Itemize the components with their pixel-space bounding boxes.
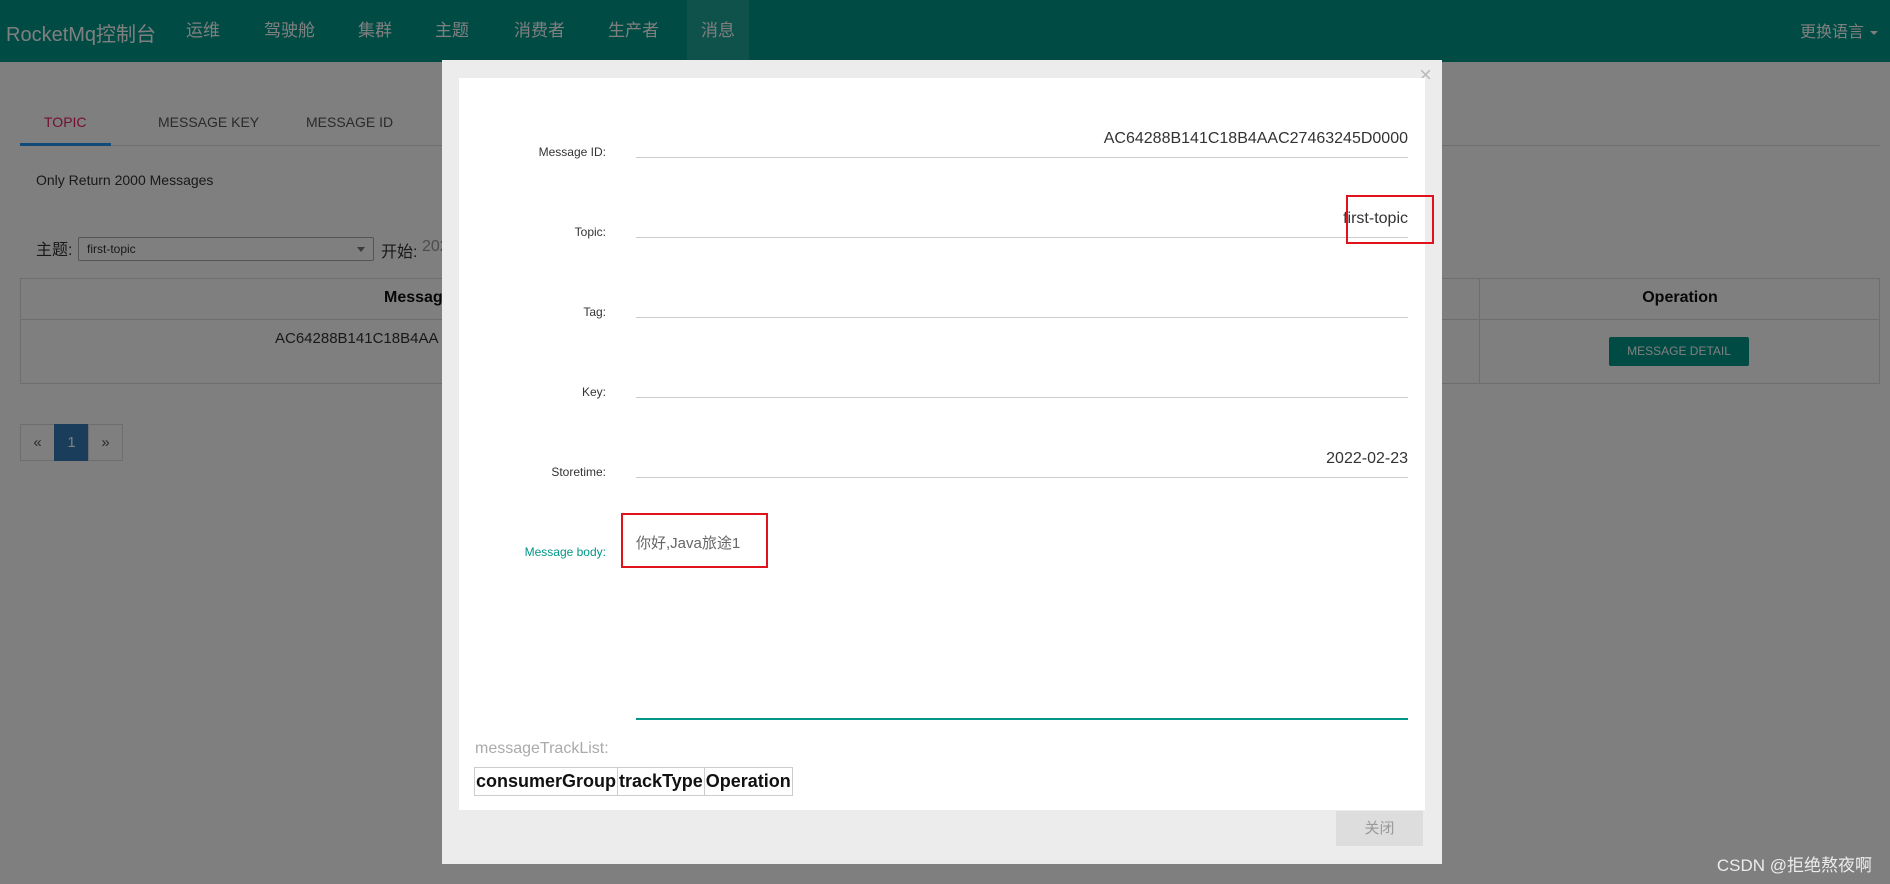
close-button[interactable]: 关闭 xyxy=(1336,811,1423,846)
storetime-value: 2022-02-23 xyxy=(1326,450,1408,467)
track-table: consumerGroup trackType Operation xyxy=(473,767,793,796)
dialog-body: Message ID: AC64288B141C18B4AAC27463245D… xyxy=(459,78,1434,810)
col-track-type: trackType xyxy=(617,767,705,796)
tag-underline xyxy=(636,317,1408,318)
message-detail-dialog: × Message ID: AC64288B141C18B4AAC2746324… xyxy=(442,60,1442,864)
topic-label-field: Topic: xyxy=(574,225,606,239)
key-underline xyxy=(636,397,1408,398)
topic-underline xyxy=(636,237,1408,238)
topic-highlight-box xyxy=(1346,195,1434,244)
watermark: CSDN @拒绝熬夜啊 xyxy=(1716,856,1872,875)
track-list-label: messageTrackList: xyxy=(475,740,609,757)
storetime-label: Storetime: xyxy=(551,465,606,479)
topic-value: first-topic xyxy=(1343,210,1408,227)
message-id-label: Message ID: xyxy=(538,145,606,159)
tag-label: Tag: xyxy=(583,305,606,319)
col-operation: Operation xyxy=(703,767,793,796)
message-body-underline xyxy=(636,718,1408,720)
message-id-underline xyxy=(636,157,1408,158)
message-body-label: Message body: xyxy=(524,545,606,559)
storetime-underline xyxy=(636,477,1408,478)
key-label: Key: xyxy=(581,385,606,399)
body-highlight-box xyxy=(621,513,768,568)
message-id-value: AC64288B141C18B4AAC27463245D0000 xyxy=(1103,130,1408,147)
col-consumer-group: consumerGroup xyxy=(473,767,619,796)
